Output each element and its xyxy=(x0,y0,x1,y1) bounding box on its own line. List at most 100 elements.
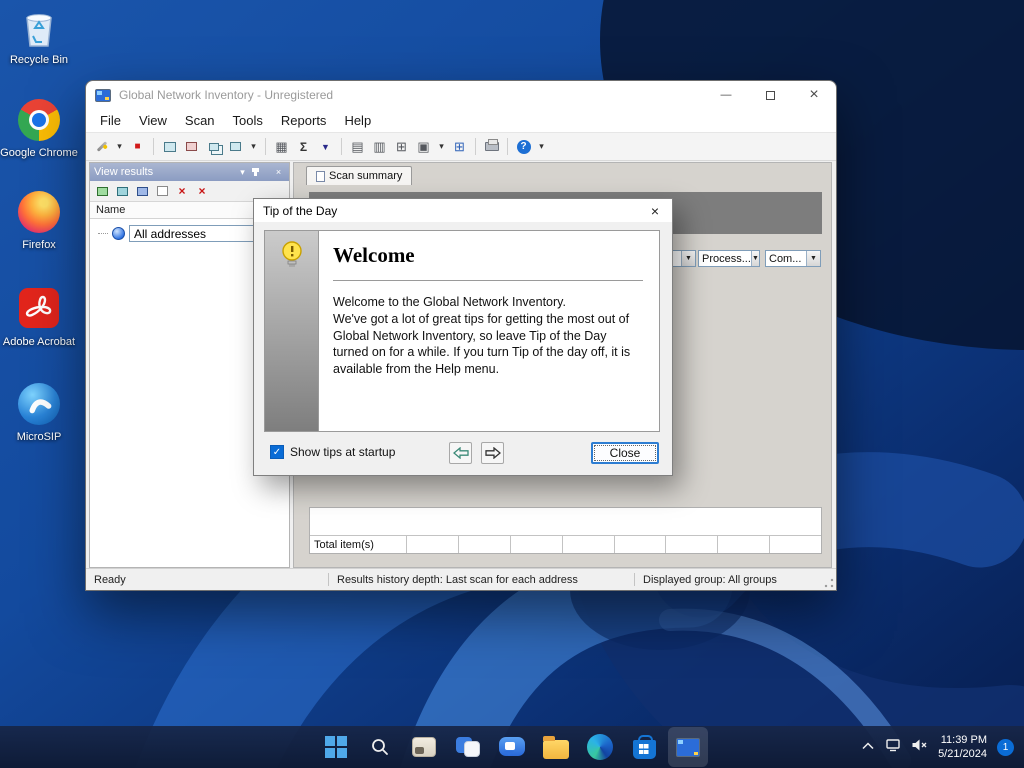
title-bar[interactable]: Global Network Inventory - Unregistered … xyxy=(86,81,836,109)
scan-hosts-icon[interactable] xyxy=(159,136,180,157)
total-cell xyxy=(510,535,563,553)
total-label-cell: Total item(s) xyxy=(310,535,407,553)
report-view-icon[interactable]: ▣ xyxy=(413,136,434,157)
network-tray-button[interactable] xyxy=(885,738,901,757)
gni-app-icon xyxy=(676,737,700,757)
sum-icon[interactable]: Σ xyxy=(293,136,314,157)
maximize-button[interactable] xyxy=(748,81,792,109)
microsip-icon xyxy=(17,383,61,427)
delete-address-icon[interactable]: × xyxy=(174,183,190,199)
new-window-icon[interactable]: ⊞ xyxy=(391,136,412,157)
taskbar: 11:39 PM 5/21/2024 1 xyxy=(0,726,1024,768)
next-tip-button[interactable] xyxy=(481,442,504,464)
save-results-icon[interactable] xyxy=(134,183,150,199)
scan-dropdown-icon[interactable]: ▾ xyxy=(113,136,126,157)
minimize-button[interactable]: — xyxy=(704,81,748,109)
menu-reports[interactable]: Reports xyxy=(272,111,336,130)
dialog-close-button[interactable]: × xyxy=(638,199,672,222)
checkbox-label: Show tips at startup xyxy=(290,445,396,459)
menu-help[interactable]: Help xyxy=(335,111,380,130)
menu-tools[interactable]: Tools xyxy=(224,111,272,130)
delete-all-addresses-icon[interactable]: × xyxy=(194,183,210,199)
toolbar-separator xyxy=(507,138,508,155)
menu-scan[interactable]: Scan xyxy=(176,111,224,130)
tray-chevron-button[interactable] xyxy=(861,738,875,756)
menu-file[interactable]: File xyxy=(91,111,130,130)
tip-of-the-day-dialog: Tip of the Day × Welcome Welcome to the … xyxy=(253,198,673,476)
grid-options-icon[interactable]: ⊞ xyxy=(449,136,470,157)
chat-button[interactable] xyxy=(492,727,532,767)
address-group-icon[interactable] xyxy=(114,183,130,199)
volume-tray-button[interactable] xyxy=(911,738,928,757)
chevron-down-icon: ▼ xyxy=(806,251,820,266)
add-host-icon[interactable] xyxy=(225,136,246,157)
notification-badge[interactable]: 1 xyxy=(997,738,1014,756)
table-view-icon[interactable]: ▦ xyxy=(271,136,292,157)
desktop-icon-firefox[interactable]: Firefox xyxy=(0,190,78,252)
total-cell xyxy=(407,535,459,553)
desktop-icon-recycle-bin[interactable]: Recycle Bin xyxy=(0,6,78,67)
view-dropdown-icon[interactable]: ▾ xyxy=(435,136,448,157)
add-address-icon[interactable] xyxy=(94,183,110,199)
dialog-title: Tip of the Day xyxy=(263,203,338,218)
panel-header[interactable]: View results ▾ × xyxy=(90,163,289,181)
status-history-depth: Results history depth: Last scan for eac… xyxy=(337,573,578,586)
print-icon[interactable] xyxy=(481,136,502,157)
checkbox-checked-icon[interactable]: ✓ xyxy=(270,445,284,459)
dialog-footer: ✓ Show tips at startup Close xyxy=(266,442,660,466)
maximize-icon xyxy=(765,90,775,100)
start-button[interactable] xyxy=(316,727,356,767)
file-explorer-button[interactable] xyxy=(536,727,576,767)
desktop-icon-acrobat[interactable]: Adobe Acrobat xyxy=(0,286,78,349)
dialog-title-bar[interactable]: Tip of the Day × xyxy=(254,199,672,222)
help-dropdown-icon[interactable]: ▾ xyxy=(535,136,548,157)
add-host-dropdown-icon[interactable]: ▾ xyxy=(247,136,260,157)
desktop-icon-label: Adobe Acrobat xyxy=(2,336,76,348)
close-button[interactable]: × xyxy=(792,81,836,109)
search-button[interactable] xyxy=(360,727,400,767)
single-host-icon[interactable] xyxy=(181,136,202,157)
rows-view-icon[interactable]: ▤ xyxy=(347,136,368,157)
task-view-button[interactable] xyxy=(448,727,488,767)
firefox-icon xyxy=(17,191,61,235)
stop-scan-icon[interactable]: ■ xyxy=(127,136,148,157)
menu-view[interactable]: View xyxy=(130,111,176,130)
toolbar-separator xyxy=(265,138,266,155)
column-filter-combo-process[interactable]: Process... ▼ xyxy=(698,250,760,267)
summary-list: Total item(s) xyxy=(309,507,822,554)
panel-menu-icon[interactable]: ▾ xyxy=(236,167,249,178)
panel-close-icon[interactable]: × xyxy=(272,167,285,177)
desktop-icon-microsip[interactable]: MicroSIP xyxy=(0,382,78,444)
column-filter-combo-com[interactable]: Com... ▼ xyxy=(765,250,821,267)
resize-grip[interactable] xyxy=(824,578,834,588)
filter-icon[interactable]: ▼ xyxy=(315,136,336,157)
app-button-window[interactable] xyxy=(404,727,444,767)
show-tips-checkbox-group[interactable]: ✓ Show tips at startup xyxy=(270,445,395,459)
volume-muted-icon xyxy=(912,739,927,750)
cascade-windows-icon[interactable] xyxy=(203,136,224,157)
columns-view-icon[interactable]: ▥ xyxy=(369,136,390,157)
grid-view-icon[interactable] xyxy=(154,183,170,199)
tree-item-label: All addresses xyxy=(129,225,271,242)
scan-profile-icon[interactable] xyxy=(91,136,112,157)
total-cell xyxy=(666,535,719,553)
edge-button[interactable] xyxy=(580,727,620,767)
help-icon[interactable]: ? xyxy=(513,136,534,157)
total-cell xyxy=(770,535,821,553)
previous-tip-button[interactable] xyxy=(449,442,472,464)
arrow-left-icon xyxy=(452,447,469,459)
edge-icon xyxy=(587,734,613,760)
dialog-close-action-button[interactable]: Close xyxy=(591,442,659,464)
main-toolbar: ▾ ■ ▾ ▦ Σ ▼ ▤ ▥ ⊞ ▣ ▾ ⊞ ? ▾ xyxy=(86,133,836,161)
clock-time: 11:39 PM xyxy=(940,734,987,746)
total-cell xyxy=(718,535,771,553)
store-button[interactable] xyxy=(624,727,664,767)
gni-taskbar-button[interactable] xyxy=(668,727,708,767)
clock[interactable]: 11:39 PM 5/21/2024 xyxy=(938,733,987,761)
pin-icon[interactable] xyxy=(252,168,267,176)
tab-scan-summary[interactable]: Scan summary xyxy=(306,166,413,185)
status-ready: Ready xyxy=(94,573,126,586)
desktop-icon-chrome[interactable]: Google Chrome xyxy=(0,98,78,160)
total-cell xyxy=(458,535,511,553)
folder-icon xyxy=(543,735,569,759)
